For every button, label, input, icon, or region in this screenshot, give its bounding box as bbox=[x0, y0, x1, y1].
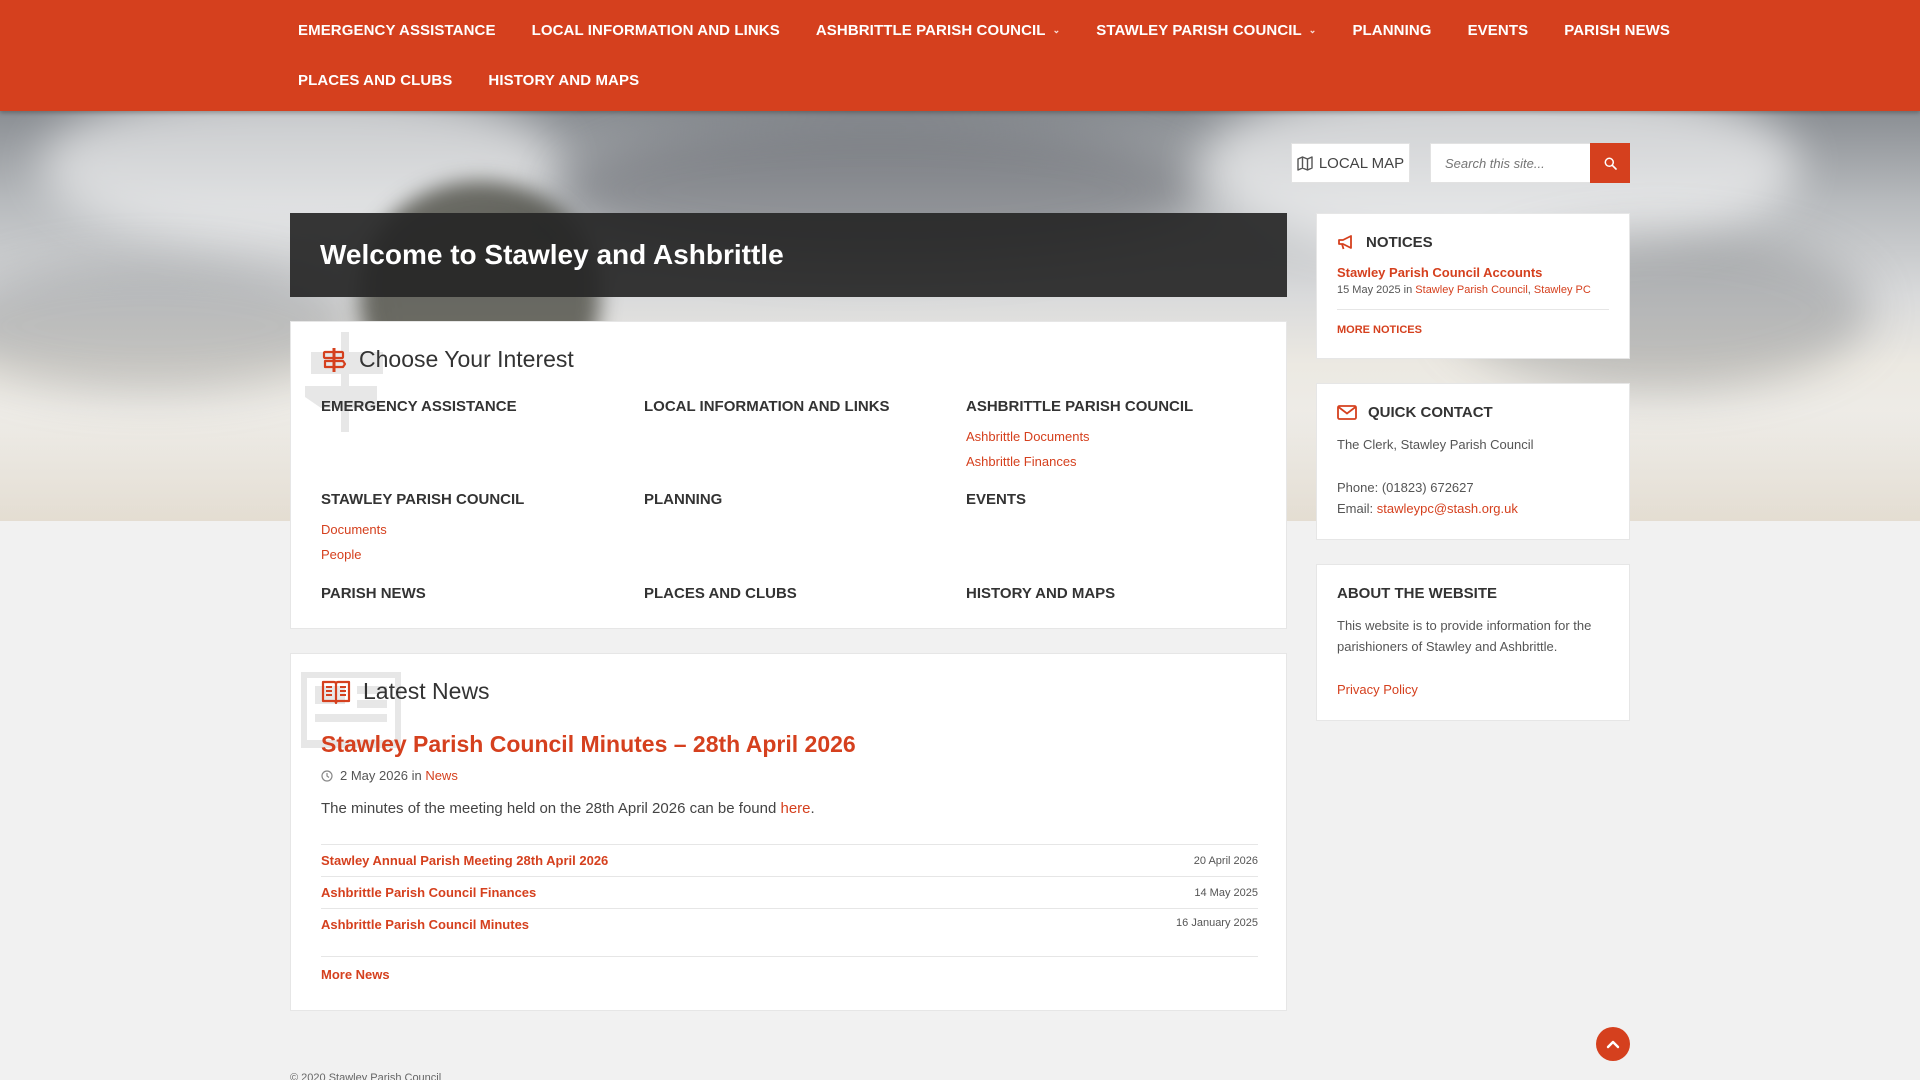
interest-title[interactable]: HISTORY AND MAPS bbox=[966, 585, 1266, 602]
interest-title[interactable]: EMERGENCY ASSISTANCE bbox=[321, 398, 621, 415]
contact-details: The Clerk, Stawley Parish Council Phone:… bbox=[1337, 434, 1609, 519]
contact-email-row: Email: stawleypc@stash.org.uk bbox=[1337, 501, 1518, 516]
notices-widget: NOTICES Stawley Parish Council Accounts … bbox=[1316, 213, 1630, 359]
about-heading: ABOUT THE WEBSITE bbox=[1337, 585, 1497, 602]
nav-row-2: PLACES AND CLUBS HISTORY AND MAPS bbox=[298, 60, 675, 100]
stawley-people-link[interactable]: People bbox=[321, 542, 621, 567]
news-item-link[interactable]: Ashbrittle Parish Council Finances bbox=[321, 885, 536, 900]
interest-group: HISTORY AND MAPS bbox=[966, 585, 1266, 611]
interest-group: EVENTS bbox=[966, 491, 1266, 517]
more-notices-link[interactable]: MORE NOTICES bbox=[1337, 324, 1422, 336]
megaphone-icon bbox=[1337, 234, 1355, 251]
search-form bbox=[1430, 143, 1630, 183]
nav-emergency-assistance[interactable]: EMERGENCY ASSISTANCE bbox=[298, 22, 496, 39]
featured-news-excerpt: The minutes of the meeting held on the 2… bbox=[321, 800, 815, 817]
ashbrittle-documents-link[interactable]: Ashbrittle Documents bbox=[966, 424, 1266, 449]
footer-copyright: © 2020 Stawley Parish Council bbox=[290, 1072, 442, 1080]
interest-title[interactable]: PLACES AND CLUBS bbox=[644, 585, 944, 602]
map-icon bbox=[1297, 155, 1313, 171]
notice-category-link[interactable]: Stawley Parish Council bbox=[1415, 284, 1528, 296]
news-item-date: 16 January 2025 bbox=[1176, 917, 1258, 929]
notices-heading: NOTICES bbox=[1337, 234, 1609, 251]
interest-group: LOCAL INFORMATION AND LINKS bbox=[644, 398, 944, 424]
list-item: Ashbrittle Parish Council Finances 14 Ma… bbox=[321, 877, 1258, 909]
notice-date: 15 May 2025 bbox=[1337, 284, 1401, 296]
welcome-banner: Welcome to Stawley and Ashbrittle bbox=[290, 213, 1287, 297]
contact-name: The Clerk, Stawley Parish Council bbox=[1337, 437, 1534, 452]
ashbrittle-finances-link[interactable]: Ashbrittle Finances bbox=[966, 449, 1266, 474]
interest-group: EMERGENCY ASSISTANCE bbox=[321, 398, 621, 424]
interest-group: PLANNING bbox=[644, 491, 944, 517]
quick-contact-widget: QUICK CONTACT The Clerk, Stawley Parish … bbox=[1316, 383, 1630, 540]
nav-local-information[interactable]: LOCAL INFORMATION AND LINKS bbox=[532, 22, 780, 39]
chevron-down-icon: ⌄ bbox=[1308, 24, 1317, 35]
interest-title[interactable]: ASHBRITTLE PARISH COUNCIL bbox=[966, 398, 1266, 415]
page-title: Welcome to Stawley and Ashbrittle bbox=[320, 239, 784, 270]
nav-row-1: EMERGENCY ASSISTANCE LOCAL INFORMATION A… bbox=[298, 10, 1706, 50]
about-website-widget: ABOUT THE WEBSITE This website is to pro… bbox=[1316, 564, 1630, 721]
interest-title[interactable]: STAWLEY PARISH COUNCIL bbox=[321, 491, 621, 508]
search-input[interactable] bbox=[1431, 144, 1591, 182]
notice-category-link[interactable]: Stawley PC bbox=[1534, 284, 1591, 296]
main-navigation: EMERGENCY ASSISTANCE LOCAL INFORMATION A… bbox=[0, 0, 1920, 111]
here-link[interactable]: here bbox=[781, 800, 811, 817]
back-to-top-button[interactable] bbox=[1596, 1027, 1630, 1061]
quick-contact-heading: QUICK CONTACT bbox=[1337, 404, 1609, 421]
newspaper-icon bbox=[321, 679, 351, 705]
chevron-up-icon bbox=[1606, 1040, 1620, 1049]
latest-news-panel: Latest News Stawley Parish Council Minut… bbox=[290, 653, 1287, 1011]
search-icon bbox=[1604, 157, 1617, 170]
interest-title[interactable]: PARISH NEWS bbox=[321, 585, 621, 602]
nav-ashbrittle-parish-council[interactable]: ASHBRITTLE PARISH COUNCIL ⌄ bbox=[816, 22, 1060, 39]
more-news-link[interactable]: More News bbox=[321, 967, 390, 982]
chevron-down-icon: ⌄ bbox=[1052, 24, 1061, 35]
notice-meta: 15 May 2025 in Stawley Parish Council, S… bbox=[1337, 284, 1591, 296]
contact-phone: Phone: (01823) 672627 bbox=[1337, 480, 1474, 495]
news-list: Stawley Annual Parish Meeting 28th April… bbox=[321, 844, 1258, 957]
news-item-link[interactable]: Ashbrittle Parish Council Minutes bbox=[321, 917, 529, 932]
nav-history-and-maps[interactable]: HISTORY AND MAPS bbox=[488, 72, 639, 89]
interest-group: STAWLEY PARISH COUNCIL Documents People bbox=[321, 491, 621, 567]
interest-group: PLACES AND CLUBS bbox=[644, 585, 944, 611]
stawley-documents-link[interactable]: Documents bbox=[321, 517, 621, 542]
local-map-button[interactable]: LOCAL MAP bbox=[1291, 143, 1410, 183]
interest-title[interactable]: EVENTS bbox=[966, 491, 1266, 508]
choose-interest-heading: Choose Your Interest bbox=[321, 346, 574, 373]
interest-group: PARISH NEWS bbox=[321, 585, 621, 611]
contact-email-link[interactable]: stawleypc@stash.org.uk bbox=[1377, 501, 1518, 516]
notice-title-link[interactable]: Stawley Parish Council Accounts bbox=[1337, 265, 1609, 280]
envelope-icon bbox=[1337, 405, 1357, 420]
sidebar: NOTICES Stawley Parish Council Accounts … bbox=[1316, 213, 1630, 721]
news-item-date: 20 April 2026 bbox=[1193, 854, 1258, 867]
featured-news-meta: 2 May 2026 in News bbox=[321, 768, 458, 783]
nav-places-and-clubs[interactable]: PLACES AND CLUBS bbox=[298, 72, 452, 89]
news-item-date: 14 May 2025 bbox=[1194, 886, 1258, 899]
featured-news-title[interactable]: Stawley Parish Council Minutes – 28th Ap… bbox=[321, 731, 856, 758]
clock-icon bbox=[321, 769, 333, 782]
featured-news-date: 2 May 2026 bbox=[340, 768, 408, 783]
list-item: Stawley Annual Parish Meeting 28th April… bbox=[321, 845, 1258, 877]
news-item-link[interactable]: Stawley Annual Parish Meeting 28th April… bbox=[321, 853, 608, 868]
about-text: This website is to provide information f… bbox=[1337, 618, 1592, 654]
list-item: Ashbrittle Parish Council Minutes 16 Jan… bbox=[321, 909, 1258, 957]
nav-planning[interactable]: PLANNING bbox=[1352, 22, 1431, 39]
news-category-link[interactable]: News bbox=[425, 768, 458, 783]
nav-parish-news[interactable]: PARISH NEWS bbox=[1564, 22, 1670, 39]
nav-events[interactable]: EVENTS bbox=[1468, 22, 1529, 39]
interest-title[interactable]: PLANNING bbox=[644, 491, 944, 508]
privacy-policy-link[interactable]: Privacy Policy bbox=[1337, 682, 1418, 697]
latest-news-heading: Latest News bbox=[321, 678, 490, 705]
interest-title[interactable]: LOCAL INFORMATION AND LINKS bbox=[644, 398, 944, 415]
choose-interest-panel: Choose Your Interest EMERGENCY ASSISTANC… bbox=[290, 321, 1287, 629]
main-content: Welcome to Stawley and Ashbrittle Choose… bbox=[290, 213, 1287, 1011]
signpost-icon bbox=[321, 347, 347, 373]
interest-group: ASHBRITTLE PARISH COUNCIL Ashbrittle Doc… bbox=[966, 398, 1266, 474]
search-button[interactable] bbox=[1590, 143, 1630, 183]
nav-stawley-parish-council[interactable]: STAWLEY PARISH COUNCIL ⌄ bbox=[1096, 22, 1316, 39]
